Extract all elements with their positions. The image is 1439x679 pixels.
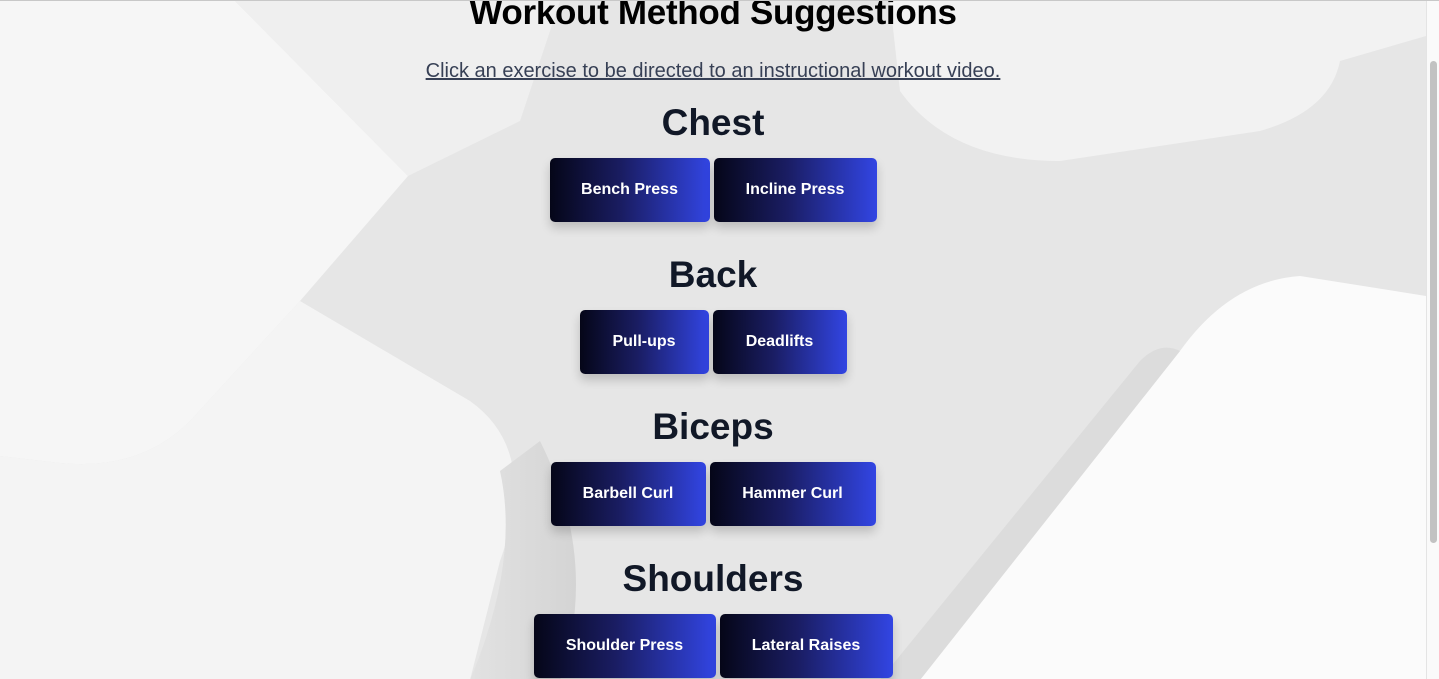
hammer-curl-button[interactable]: Hammer Curl <box>709 462 876 526</box>
biceps-exercise-row: Barbell Curl Hammer Curl <box>0 462 1426 526</box>
chest-exercise-row: Bench Press Incline Press <box>0 158 1426 222</box>
vertical-scrollbar[interactable] <box>1426 1 1439 679</box>
incline-press-button[interactable]: Incline Press <box>713 158 877 222</box>
bench-press-button[interactable]: Bench Press <box>549 158 710 222</box>
page-title: Workout Method Suggestions <box>469 0 957 32</box>
shoulders-exercise-row: Shoulder Press Lateral Raises <box>0 614 1426 678</box>
shoulder-press-button[interactable]: Shoulder Press <box>533 614 716 678</box>
pull-ups-button[interactable]: Pull-ups <box>579 310 709 374</box>
instructions-link[interactable]: Click an exercise to be directed to an i… <box>0 60 1426 83</box>
deadlifts-button[interactable]: Deadlifts <box>712 310 847 374</box>
back-exercise-row: Pull-ups Deadlifts <box>0 310 1426 374</box>
page: Workout Method Suggestions Click an exer… <box>0 0 1439 679</box>
scrollbar-thumb[interactable] <box>1430 61 1437 543</box>
section-title-biceps: Biceps <box>652 406 774 447</box>
lateral-raises-button[interactable]: Lateral Raises <box>719 614 893 678</box>
section-title-shoulders: Shoulders <box>622 558 804 599</box>
main-content: Workout Method Suggestions Click an exer… <box>0 1 1426 679</box>
section-title-chest: Chest <box>661 102 765 143</box>
section-title-back: Back <box>668 254 758 295</box>
barbell-curl-button[interactable]: Barbell Curl <box>550 462 706 526</box>
